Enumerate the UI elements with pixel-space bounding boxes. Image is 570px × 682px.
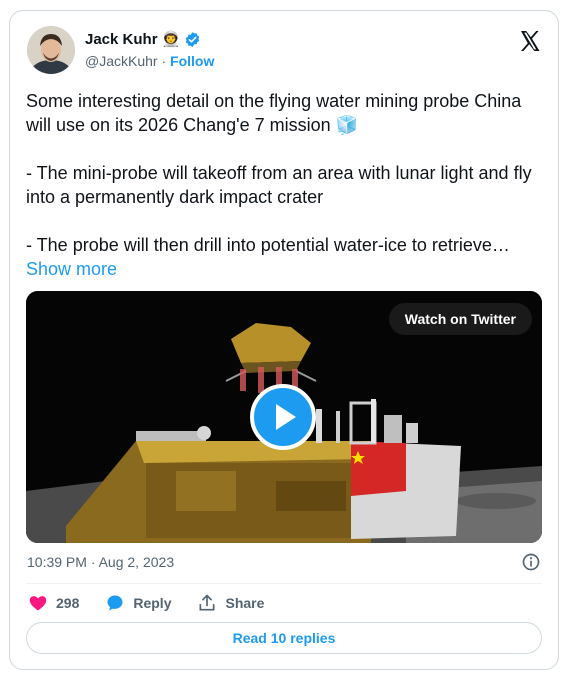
watch-on-twitter-button[interactable]: Watch on Twitter xyxy=(388,303,532,335)
action-bar: 298 Reply Share xyxy=(28,593,264,613)
share-button[interactable]: Share xyxy=(197,593,264,613)
like-button[interactable]: 298 xyxy=(28,593,79,613)
author-name-row: Jack Kuhr 👨‍🚀 xyxy=(85,31,201,48)
author-handle[interactable]: @JackKuhr xyxy=(85,53,158,69)
divider xyxy=(26,583,542,584)
reply-bubble-icon xyxy=(107,595,123,611)
separator-dot: · xyxy=(161,53,167,69)
read-replies-button[interactable]: Read 10 replies xyxy=(26,622,542,654)
heart-icon xyxy=(29,596,47,611)
avatar-image xyxy=(27,26,75,74)
like-count: 298 xyxy=(56,595,80,611)
avatar[interactable] xyxy=(27,26,75,74)
play-icon xyxy=(276,404,296,430)
tweet-timestamp[interactable]: 10:39 PM · Aug 2, 2023 xyxy=(27,554,174,570)
tweet-text-block: Some interesting detail on the flying wa… xyxy=(26,89,546,281)
info-icon[interactable] xyxy=(521,552,541,572)
show-more-link[interactable]: Show more xyxy=(26,259,117,279)
share-label: Share xyxy=(225,595,265,611)
reply-button[interactable]: Reply xyxy=(105,593,171,613)
share-icon xyxy=(199,594,215,611)
x-logo-icon[interactable] xyxy=(518,29,542,53)
author-handle-row: @JackKuhr · Follow xyxy=(85,53,214,69)
tweet-card: Jack Kuhr 👨‍🚀 @JackKuhr · Follow Some in… xyxy=(9,10,559,670)
astronaut-emoji: 👨‍🚀 xyxy=(161,31,181,48)
follow-button[interactable]: Follow xyxy=(170,53,214,69)
play-button[interactable] xyxy=(250,384,316,450)
reply-label: Reply xyxy=(133,595,172,611)
verified-badge-icon xyxy=(186,32,200,47)
video-thumbnail[interactable]: Watch on Twitter xyxy=(26,291,542,543)
tweet-text: Some interesting detail on the flying wa… xyxy=(26,91,532,255)
author-name[interactable]: Jack Kuhr xyxy=(85,31,158,48)
